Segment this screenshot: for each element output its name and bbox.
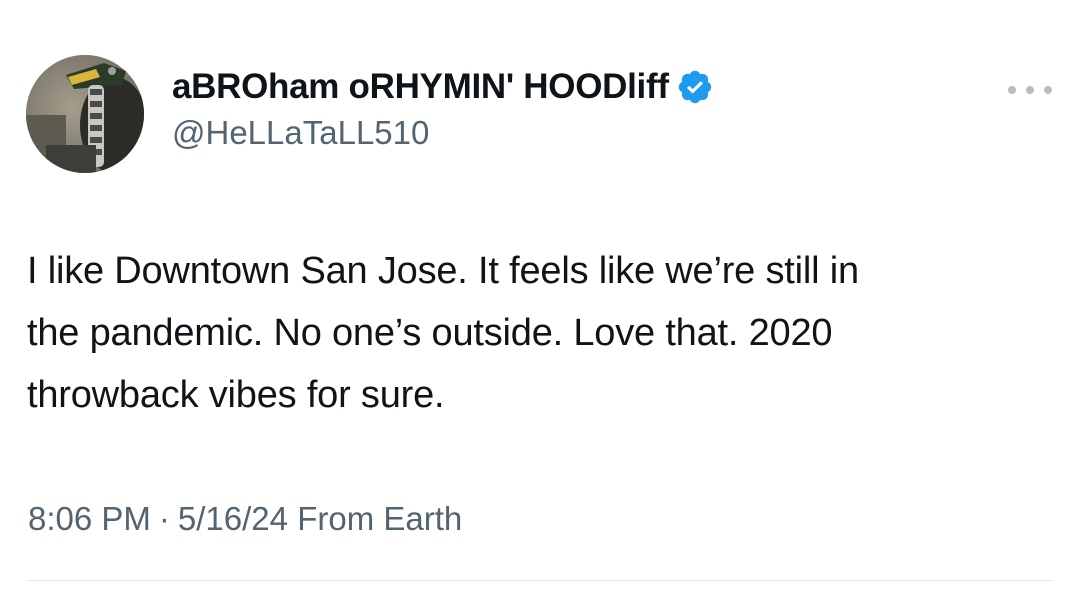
tweet-location: From Earth: [297, 500, 463, 537]
tweet-text: I like Downtown San Jose. It feels like …: [27, 240, 1057, 426]
more-horizontal-icon: [1044, 86, 1052, 94]
tweet-metadata: 8:06 PM · 5/16/24 From Earth: [28, 500, 462, 538]
tweet-text-line: the pandemic. No one’s outside. Love tha…: [27, 312, 833, 354]
meta-separator: ·: [158, 500, 170, 537]
more-horizontal-icon: [1008, 86, 1016, 94]
more-horizontal-icon: [1026, 86, 1034, 94]
more-options-button[interactable]: [1008, 78, 1052, 102]
verified-badge-icon[interactable]: [676, 68, 714, 106]
display-name[interactable]: aBROham oRHYMIN' HOODliff: [172, 67, 669, 107]
user-handle[interactable]: @HeLLaTaLL510: [172, 114, 714, 152]
divider: [27, 580, 1053, 581]
tweet-time[interactable]: 8:06 PM: [28, 500, 151, 537]
avatar-image: [26, 55, 144, 173]
avatar[interactable]: [26, 55, 144, 173]
tweet-date[interactable]: 5/16/24: [178, 500, 288, 537]
name-row: aBROham oRHYMIN' HOODliff: [172, 64, 714, 110]
author-info: aBROham oRHYMIN' HOODliff @HeLLaTaLL510: [172, 64, 714, 152]
tweet-text-line: I like Downtown San Jose. It feels like …: [27, 250, 859, 292]
tweet-text-line: throwback vibes for sure.: [27, 374, 445, 416]
